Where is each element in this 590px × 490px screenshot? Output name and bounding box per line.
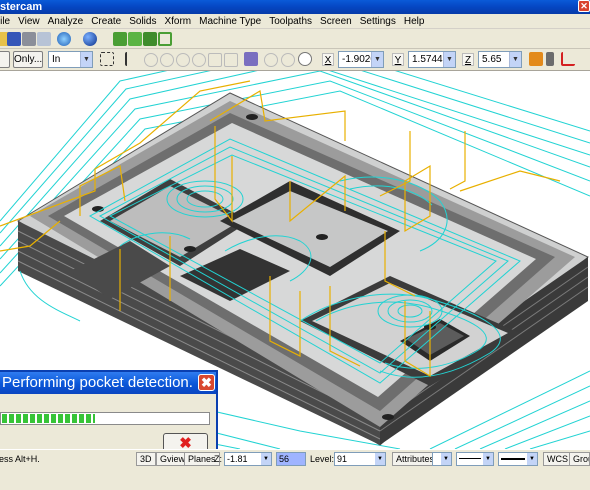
y-label[interactable]: Y	[392, 53, 404, 66]
print-preview-icon[interactable]	[37, 32, 51, 46]
chevron-down-icon[interactable]: ▼	[443, 52, 455, 67]
chevron-down-icon[interactable]: ▼	[527, 453, 537, 465]
3d-button[interactable]: 3D	[136, 452, 156, 466]
chevron-down-icon[interactable]: ▼	[483, 453, 493, 465]
level-label: Level:	[310, 454, 335, 464]
color-select[interactable]: 56	[276, 452, 306, 466]
menu-view[interactable]: View	[14, 14, 44, 29]
z-depth-label: Z:	[214, 454, 222, 464]
title-bar: stercam ✕	[0, 0, 590, 14]
clear-selection-button[interactable]	[0, 51, 10, 68]
select-window-icon	[176, 53, 190, 67]
selection-toolbar: Only... In ▼ X -1.90201 ▼ Y 1.57447 ▼ Z …	[0, 49, 590, 71]
pointer-icon[interactable]	[125, 52, 135, 66]
globe-icon[interactable]	[57, 32, 71, 46]
select-polygon-icon	[192, 53, 206, 67]
cube-hidden-icon[interactable]	[143, 32, 157, 46]
window-select-icon[interactable]	[100, 52, 114, 66]
line-style-select[interactable]: ▼	[456, 452, 494, 466]
groups-button[interactable]: Grou	[569, 452, 590, 466]
status-hint: ress Alt+H.	[0, 454, 40, 464]
color-value: 56	[279, 454, 290, 464]
z-depth-value: -1.81	[227, 454, 248, 464]
fast-point-icon[interactable]	[546, 52, 554, 66]
z-label[interactable]: Z	[462, 53, 474, 66]
help-icon[interactable]	[298, 52, 312, 66]
point-style-select[interactable]: ▼	[432, 452, 452, 466]
chevron-down-icon[interactable]: ▼	[441, 453, 451, 465]
z-coordinate-value: 5.65	[482, 54, 502, 65]
wcs-button[interactable]: WCS	[543, 452, 572, 466]
autocursor-icon[interactable]	[529, 52, 543, 66]
menu-settings[interactable]: Settings	[356, 14, 400, 29]
menu-machine-type[interactable]: Machine Type	[195, 14, 265, 29]
chain-options-icon	[281, 53, 295, 67]
save-icon[interactable]	[7, 32, 21, 46]
menu-create[interactable]: Create	[87, 14, 125, 29]
plane-origin-icon[interactable]	[561, 52, 575, 66]
window-close-button[interactable]: ✕	[578, 0, 590, 12]
x-coordinate-input[interactable]: -1.90201 ▼	[338, 51, 384, 68]
chevron-down-icon[interactable]: ▼	[375, 453, 385, 465]
selection-mode-select[interactable]: In ▼	[48, 51, 93, 68]
window-title: stercam	[0, 1, 43, 13]
chevron-down-icon[interactable]: ▼	[371, 52, 383, 67]
dialog-title: Performing pocket detection.	[2, 374, 193, 391]
progress-fill	[2, 414, 95, 423]
menu-bar: File View Analyze Create Solids Xform Ma…	[0, 14, 590, 29]
dialog-title-bar: Performing pocket detection. ✖	[0, 372, 216, 394]
chevron-down-icon[interactable]: ▼	[80, 52, 92, 67]
select-chain-icon	[144, 53, 158, 67]
level-select[interactable]: 91 ▼	[334, 452, 386, 466]
menu-help[interactable]: Help	[400, 14, 429, 29]
only-button[interactable]: Only...	[13, 51, 43, 68]
cube-shaded-icon[interactable]	[128, 32, 142, 46]
chevron-down-icon[interactable]: ▼	[261, 453, 271, 465]
main-toolbar	[0, 29, 590, 49]
select-single-icon	[224, 53, 238, 67]
cube-wire-icon[interactable]	[158, 32, 172, 46]
print-icon[interactable]	[22, 32, 36, 46]
menu-xform[interactable]: Xform	[160, 14, 195, 29]
dialog-close-button[interactable]: ✖	[198, 374, 215, 391]
menu-solids[interactable]: Solids	[125, 14, 160, 29]
menu-file[interactable]: File	[0, 14, 14, 29]
pocket-detection-dialog: Performing pocket detection. ✖ ✖	[0, 370, 218, 458]
selection-mode-value: In	[52, 54, 61, 65]
level-value: 91	[337, 454, 348, 464]
zoom-target-icon	[264, 53, 278, 67]
select-area-icon	[160, 53, 174, 67]
y-coordinate-input[interactable]: 1.57447 ▼	[408, 51, 456, 68]
z-coordinate-input[interactable]: 5.65 ▼	[478, 51, 522, 68]
cube-solid-icon[interactable]	[113, 32, 127, 46]
progress-bar	[0, 412, 210, 425]
x-label[interactable]: X	[322, 53, 334, 66]
status-bar: ress Alt+H. 3D Gview Planes Z: -1.81 ▼ 5…	[0, 449, 590, 490]
select-vector-icon	[208, 53, 222, 67]
menu-toolpaths[interactable]: Toolpaths	[265, 14, 316, 29]
menu-analyze[interactable]: Analyze	[44, 14, 88, 29]
line-width-icon	[501, 458, 525, 460]
line-width-select[interactable]: ▼	[498, 452, 538, 466]
verify-selection-icon[interactable]	[244, 52, 258, 66]
z-depth-select[interactable]: -1.81 ▼	[224, 452, 272, 466]
chevron-down-icon[interactable]: ▼	[509, 52, 521, 67]
sphere-icon[interactable]	[83, 32, 97, 46]
line-style-icon	[459, 458, 481, 459]
menu-screen[interactable]: Screen	[316, 14, 356, 29]
